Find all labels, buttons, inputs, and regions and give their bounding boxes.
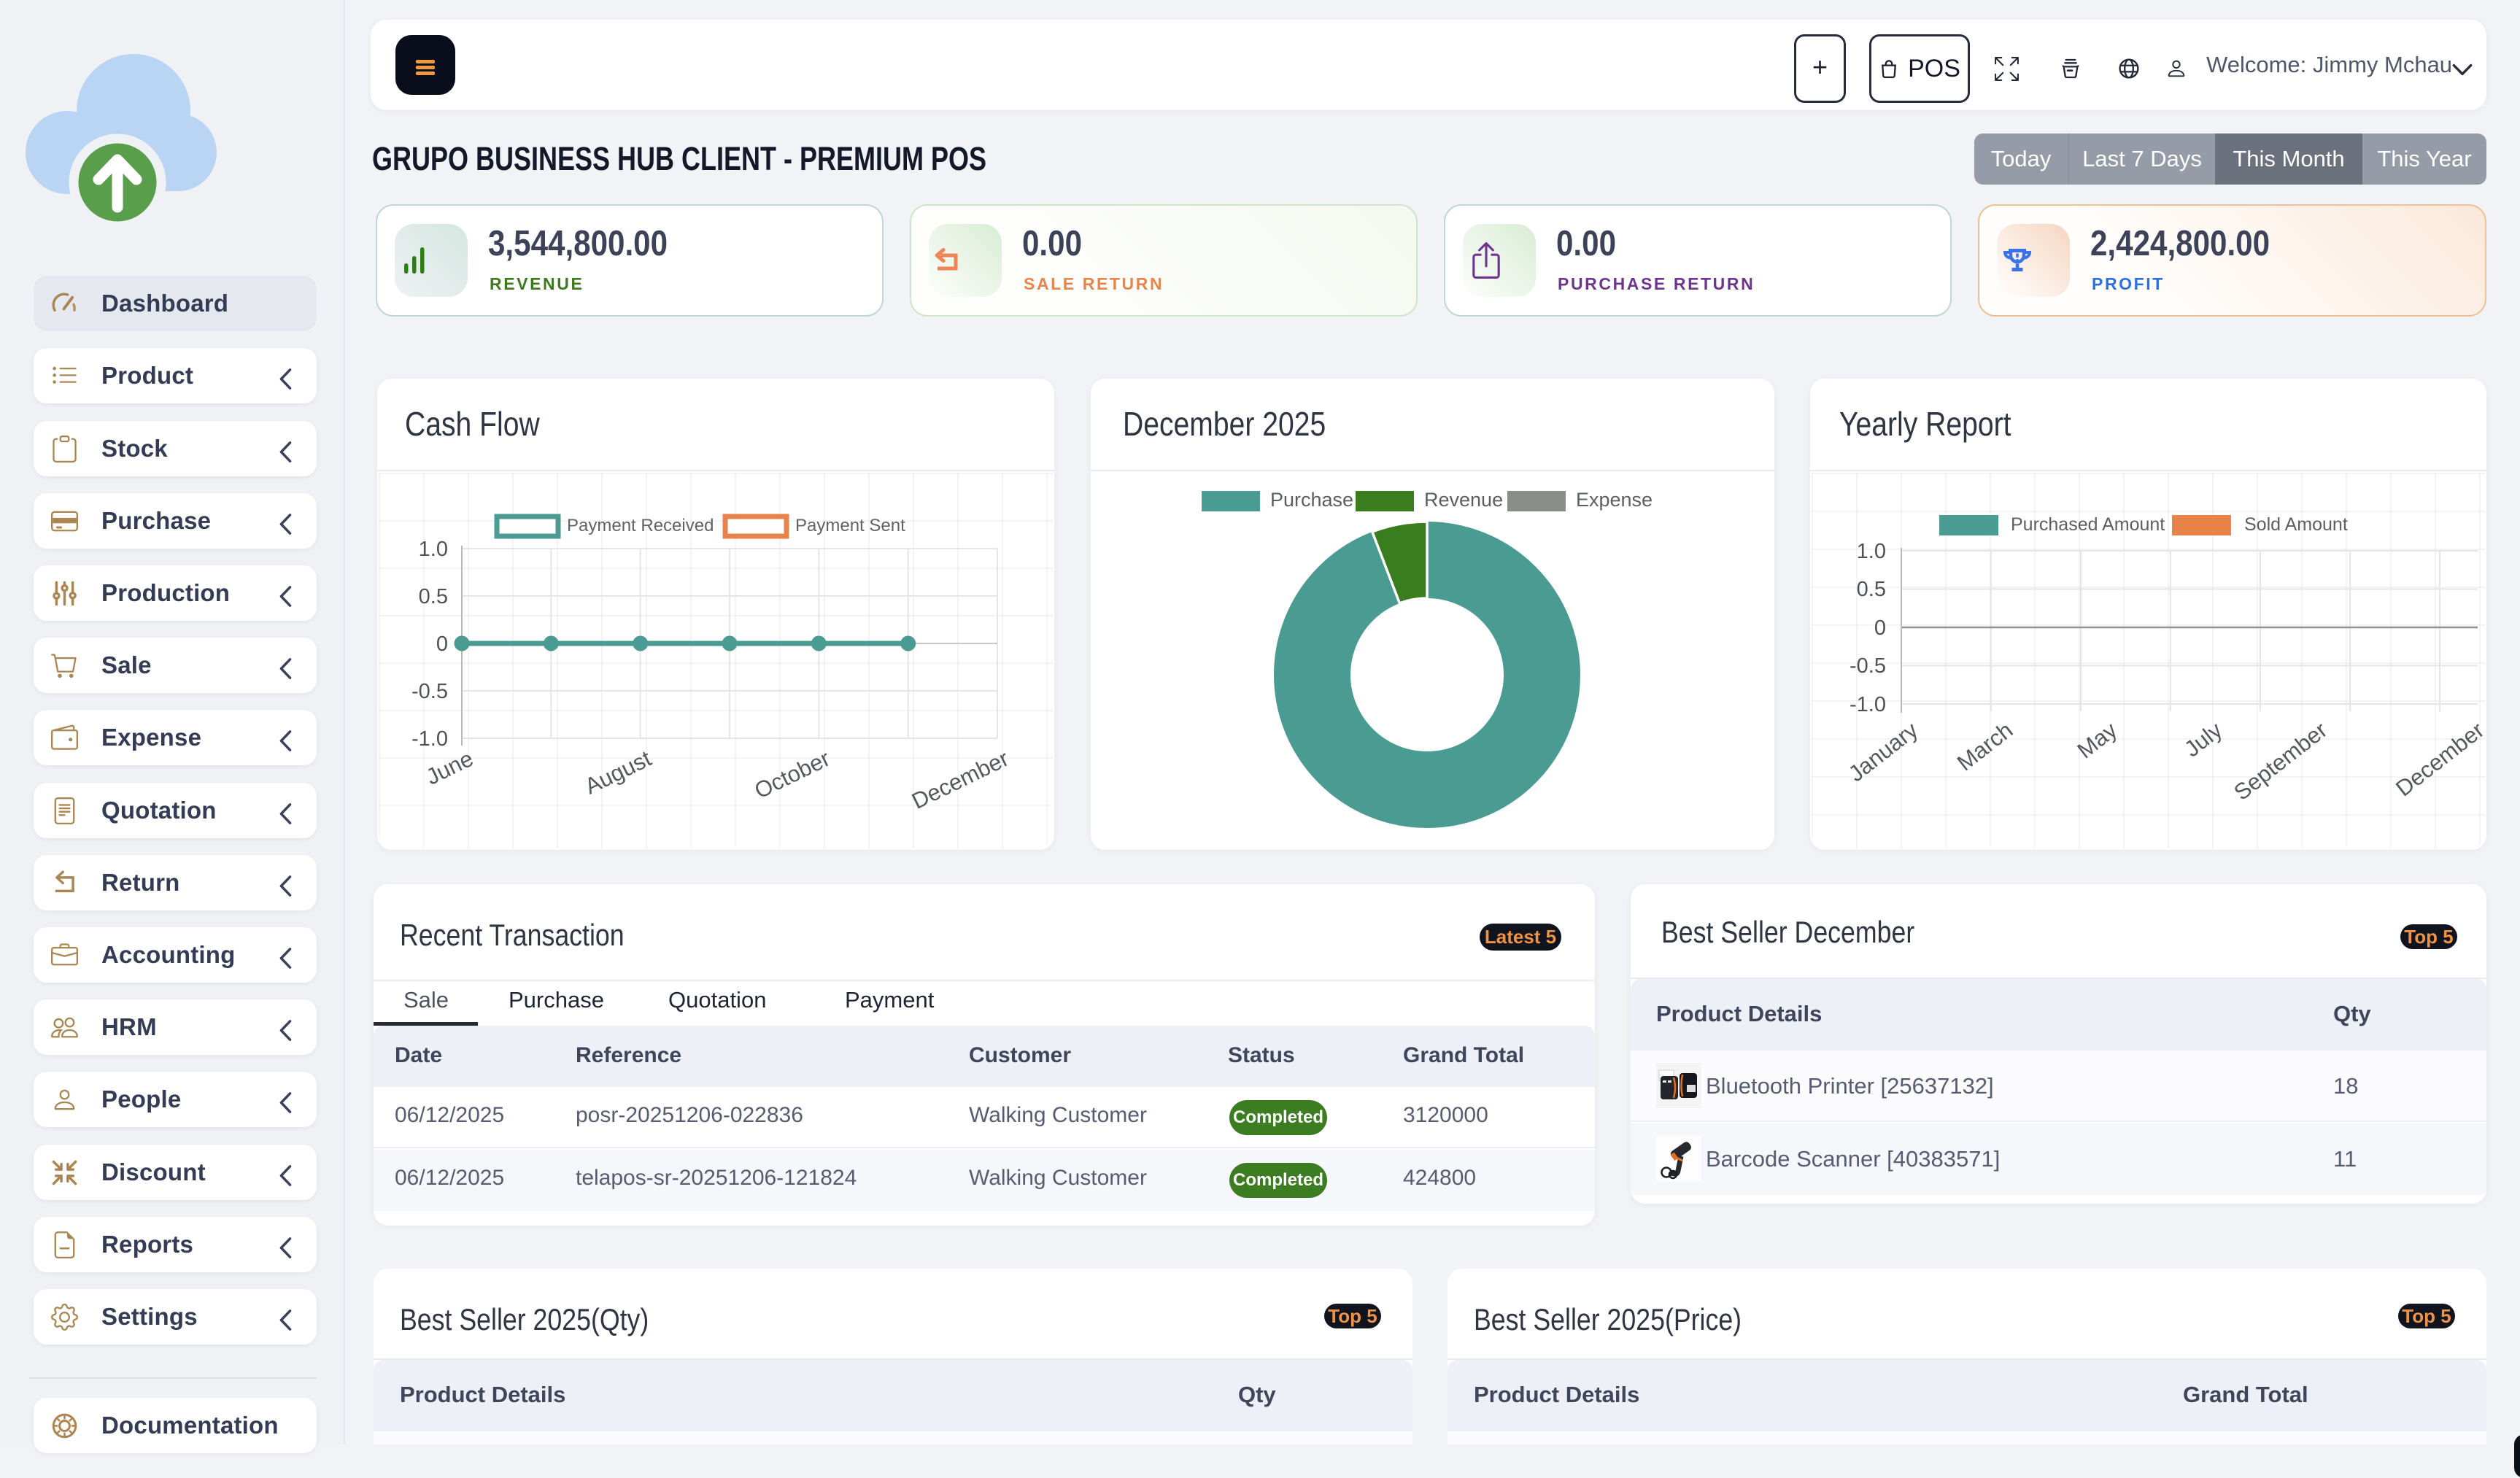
svg-text:May: May: [2073, 717, 2122, 764]
svg-text:August: August: [581, 746, 655, 800]
svg-text:Revenue: Revenue: [1424, 489, 1503, 511]
svg-text:1.0: 1.0: [1857, 540, 1886, 563]
svg-text:0: 0: [436, 632, 448, 656]
svg-text:June: June: [422, 746, 477, 790]
svg-text:January: January: [1844, 717, 1923, 787]
svg-text:-1.0: -1.0: [411, 727, 448, 751]
svg-text:Expense: Expense: [1576, 489, 1653, 511]
svg-text:0.5: 0.5: [419, 585, 448, 608]
svg-text:-1.0: -1.0: [1850, 693, 1886, 716]
svg-text:July: July: [2179, 717, 2227, 762]
svg-text:Payment Received: Payment Received: [567, 516, 714, 535]
svg-text:March: March: [1952, 717, 2017, 776]
svg-text:Payment Sent: Payment Sent: [795, 516, 905, 535]
svg-text:1.0: 1.0: [419, 538, 448, 561]
svg-text:0: 0: [1874, 616, 1886, 640]
svg-text:Purchase: Purchase: [1270, 489, 1353, 511]
svg-text:September: September: [2229, 717, 2332, 805]
svg-text:0.5: 0.5: [1857, 578, 1886, 601]
svg-text:December: December: [908, 746, 1013, 814]
svg-text:October: October: [751, 746, 834, 804]
svg-text:-0.5: -0.5: [411, 680, 448, 703]
svg-text:-0.5: -0.5: [1850, 654, 1886, 678]
svg-text:December: December: [2391, 717, 2486, 802]
svg-text:Sold Amount: Sold Amount: [2244, 514, 2348, 535]
svg-text:Purchased Amount: Purchased Amount: [2011, 514, 2165, 535]
